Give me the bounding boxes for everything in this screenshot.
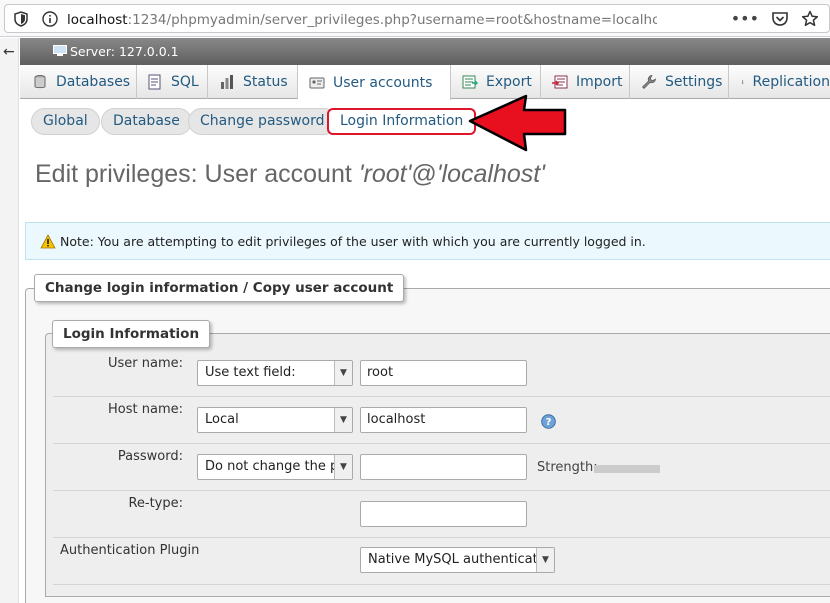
shield-icon[interactable]: [14, 11, 28, 27]
tab-sql[interactable]: SQL: [137, 65, 208, 99]
wrench-icon: [642, 75, 656, 89]
password-strength-label: Strength:: [537, 460, 598, 475]
page-title-user: 'root': [358, 160, 412, 188]
server-breadcrumb-bar: Server: 127.0.0.1: [20, 38, 830, 65]
password-mode-select[interactable]: Do not change the password ▼: [197, 454, 353, 480]
host-name-mode-select[interactable]: Local ▼: [197, 407, 353, 433]
tab-import-label: Import: [576, 74, 623, 90]
users-icon: [309, 77, 325, 88]
subtab-global[interactable]: Global: [31, 108, 100, 135]
password-strength-meter: [594, 465, 660, 473]
chevron-down-icon: ▼: [334, 455, 352, 479]
tab-user-accounts-label: User accounts: [333, 74, 433, 91]
pocket-icon[interactable]: [771, 10, 789, 28]
tab-sql-label: SQL: [171, 74, 199, 90]
url-path: :1234/phpmyadmin/server_privileges.php?u…: [127, 12, 657, 28]
address-bar[interactable]: localhost:1234/phpmyadmin/server_privile…: [4, 4, 830, 33]
help-icon[interactable]: ?: [541, 414, 556, 429]
notice-message: Note: You are attempting to edit privile…: [25, 222, 830, 260]
page-title-prefix: Edit privileges: User account: [35, 160, 359, 188]
user-name-input[interactable]: root: [360, 360, 527, 386]
user-name-mode-value: Use text field:: [205, 365, 296, 380]
tab-settings[interactable]: Settings: [630, 65, 729, 99]
password-label: Password:: [117, 449, 183, 464]
user-name-mode-select[interactable]: Use text field: ▼: [197, 360, 353, 386]
url-host: localhost: [67, 12, 128, 28]
main-tabs: Databases SQL Status User accounts Expor…: [20, 65, 830, 100]
chevron-down-icon: ▼: [536, 548, 554, 572]
auth-plugin-value: Native MySQL authentication: [368, 552, 555, 567]
chevron-down-icon: ▼: [334, 361, 352, 385]
browser-toolbar: localhost:1234/phpmyadmin/server_privile…: [0, 0, 830, 37]
database-icon: [34, 75, 46, 89]
warning-icon: [40, 234, 56, 249]
subtab-login-information[interactable]: Login Information: [327, 108, 477, 135]
tab-settings-label: Settings: [665, 74, 723, 90]
fieldset-legend: Change login information / Copy user acc…: [34, 274, 405, 302]
page-title-host: 'localhost': [436, 160, 545, 188]
export-icon: [462, 75, 478, 89]
password-mode-value: Do not change the password: [205, 459, 352, 474]
auth-plugin-select[interactable]: Native MySQL authentication ▼: [360, 547, 555, 573]
server-icon: [53, 45, 67, 56]
tab-status-label: Status: [243, 74, 288, 90]
tab-user-accounts[interactable]: User accounts: [298, 65, 451, 100]
page-title: Edit privileges: User account 'root'@'lo…: [35, 160, 545, 189]
import-icon: [552, 75, 568, 89]
host-name-input[interactable]: localhost: [360, 407, 527, 433]
bookmark-star-icon[interactable]: [801, 10, 819, 28]
tab-replication[interactable]: Replication: [729, 65, 830, 99]
tab-status[interactable]: Status: [208, 65, 298, 99]
retype-label: Re-type:: [128, 496, 183, 511]
notice-text: Note: You are attempting to edit privile…: [60, 234, 646, 249]
status-icon: [221, 75, 233, 89]
auth-plugin-label: Authentication Plugin: [60, 543, 200, 558]
server-breadcrumb-link[interactable]: Server: 127.0.0.1: [70, 44, 179, 59]
more-actions-icon[interactable]: •••: [731, 9, 759, 29]
tab-databases-label: Databases: [56, 74, 131, 90]
tab-databases[interactable]: Databases: [20, 65, 137, 99]
password-input[interactable]: [360, 454, 527, 480]
tab-replication-label: Replication: [752, 74, 830, 90]
user-name-label: User name:: [107, 356, 183, 371]
login-information-legend: Login Information: [52, 320, 211, 348]
host-name-label: Host name:: [108, 402, 183, 417]
info-icon[interactable]: [42, 11, 58, 27]
replication-icon: [741, 80, 744, 84]
svg-text:?: ?: [546, 417, 552, 428]
collapse-nav-icon[interactable]: ←: [3, 44, 15, 60]
subtab-change-password[interactable]: Change password: [188, 108, 337, 135]
url-text[interactable]: localhost:1234/phpmyadmin/server_privile…: [67, 12, 657, 28]
chevron-down-icon: ▼: [334, 408, 352, 432]
tab-export-label: Export: [486, 74, 532, 90]
red-pointer-arrow-icon: [468, 94, 567, 152]
navigation-panel-edge: [0, 38, 19, 603]
sql-icon: [148, 74, 161, 90]
host-name-mode-value: Local: [205, 412, 239, 427]
retype-password-input[interactable]: [360, 501, 527, 527]
subtab-database[interactable]: Database: [101, 108, 192, 135]
page-title-at: @: [411, 160, 437, 188]
